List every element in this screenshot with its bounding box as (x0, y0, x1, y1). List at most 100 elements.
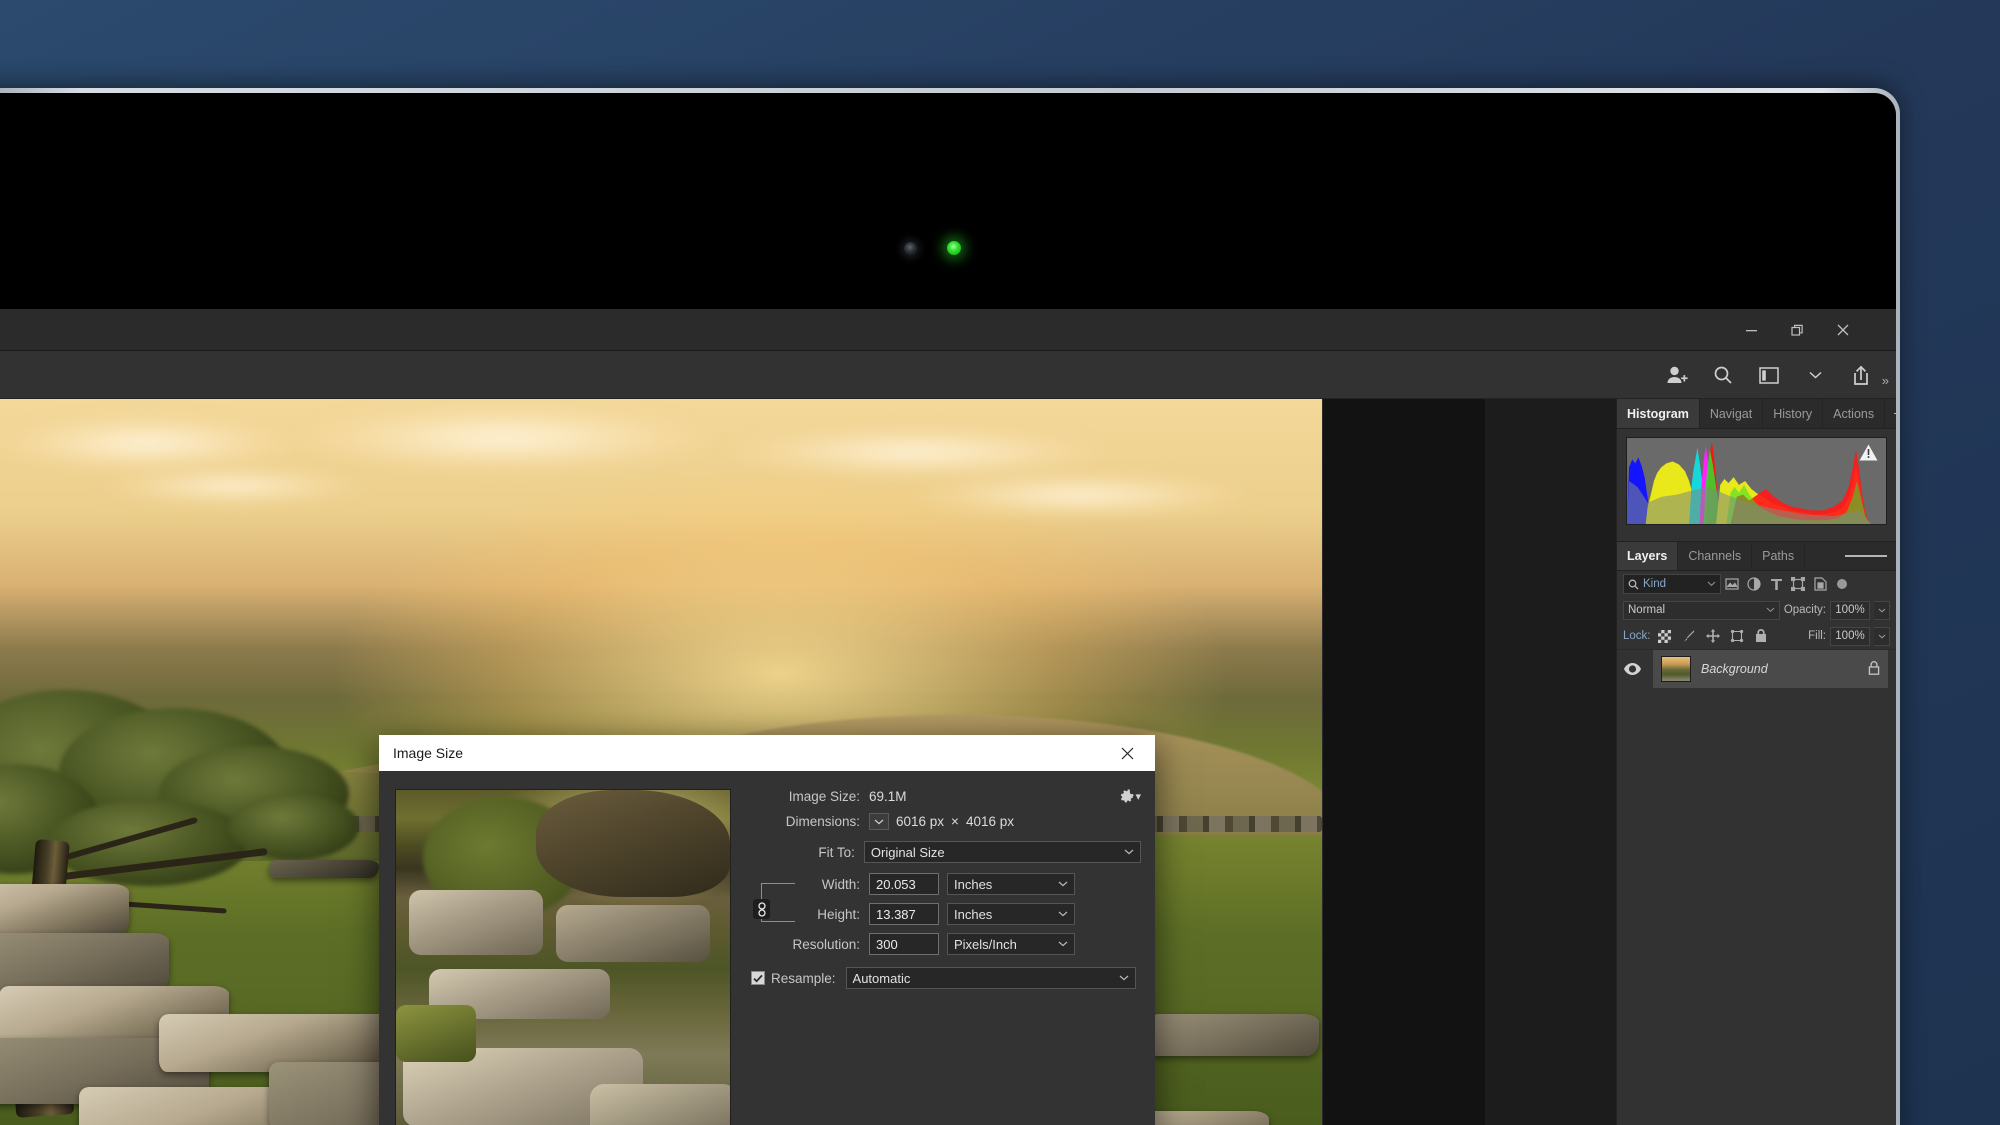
resample-row: Resample: Automatic (751, 967, 1141, 989)
dimensions-units-chevron-icon[interactable] (869, 813, 889, 830)
tab-paths[interactable]: Paths (1752, 542, 1806, 570)
fit-to-select[interactable]: Original Size (863, 841, 1141, 863)
share-icon[interactable] (1848, 362, 1874, 388)
resolution-row: Resolution: 300 Pixels/Inch (751, 933, 1141, 955)
width-height-link-group: Width: 20.053 Inches Height: 13.387 Inch… (751, 873, 1141, 925)
search-icon[interactable] (1710, 362, 1736, 388)
webcam-lens-icon (904, 241, 917, 255)
chevron-down-icon (1058, 881, 1068, 887)
adjustment-filter-icon[interactable] (1743, 574, 1765, 594)
height-unit-value: Inches (954, 906, 993, 922)
fit-to-value: Original Size (870, 844, 945, 860)
collapse-panels-button[interactable]: » (1882, 373, 1889, 388)
height-label: Height: (817, 906, 860, 922)
webcam-cluster (0, 233, 1896, 263)
lock-artboard-icon[interactable] (1727, 626, 1747, 646)
dialog-title-text: Image Size (393, 745, 464, 761)
image-size-row: Image Size: 69.1M ▾ (751, 789, 1141, 804)
lock-position-icon[interactable] (1703, 626, 1723, 646)
image-size-label: Image Size: (788, 789, 860, 804)
close-button[interactable] (1820, 309, 1866, 351)
chevron-down-icon (1707, 581, 1716, 587)
fill-label: Fill: (1808, 630, 1826, 642)
canvas-gutter (1322, 399, 1485, 1125)
layers-list: Background (1617, 649, 1896, 688)
layer-row-background[interactable]: Background (1617, 650, 1896, 688)
window-titlebar (0, 309, 1896, 351)
opacity-value[interactable]: 100% (1830, 600, 1870, 620)
layer-body[interactable]: Background (1653, 650, 1888, 688)
tab-histogram[interactable]: Histogram (1617, 399, 1700, 428)
add-user-icon[interactable] (1664, 362, 1690, 388)
lock-image-icon[interactable] (1679, 626, 1699, 646)
chevron-down-icon (1058, 911, 1068, 917)
image-preview[interactable] (395, 789, 731, 1125)
resample-checkbox[interactable] (751, 971, 765, 985)
gear-icon[interactable]: ▾ (1119, 789, 1141, 804)
layer-filter-kind-select[interactable]: Kind (1623, 574, 1721, 594)
filter-toggle-icon[interactable] (1831, 574, 1853, 594)
layer-locked-icon[interactable] (1868, 660, 1880, 678)
dialog-body: Image Size: 69.1M ▾ Dimensions: 6016 px … (379, 771, 1155, 1125)
tab-channels[interactable]: Channels (1678, 542, 1753, 570)
chevron-down-icon (1124, 849, 1134, 855)
workspace: » Histogram Navigat History Actions Laye… (0, 373, 1896, 1125)
opacity-stepper-icon[interactable] (1874, 600, 1890, 620)
image-size-dialog: Image Size Image Size: 69.1M ▾ Dimension… (379, 735, 1155, 1125)
chevron-down-icon (1058, 941, 1068, 947)
width-row: Width: 20.053 Inches (781, 873, 1141, 895)
resample-label: Resample: (771, 970, 836, 986)
height-unit-select[interactable]: Inches (947, 903, 1075, 925)
resolution-unit-select[interactable]: Pixels/Inch (947, 933, 1075, 955)
laptop-screen: » Histogram Navigat History Actions Laye… (0, 93, 1896, 1125)
lock-all-icon[interactable] (1751, 626, 1771, 646)
lock-transparency-icon[interactable] (1655, 626, 1675, 646)
dimensions-height-value: 4016 px (965, 814, 1014, 829)
layer-thumbnail[interactable] (1661, 656, 1691, 682)
smart-object-filter-icon[interactable] (1809, 574, 1831, 594)
constrain-proportions-link-icon[interactable] (753, 899, 770, 919)
layer-filter-row: Kind (1617, 571, 1896, 597)
height-row: Height: 13.387 Inches (781, 903, 1141, 925)
tab-layers[interactable]: Layers (1617, 542, 1679, 570)
dimensions-row: Dimensions: 6016 px × 4016 px (751, 813, 1141, 830)
resample-select[interactable]: Automatic (845, 967, 1136, 989)
resample-value: Automatic (852, 970, 911, 986)
resolution-input[interactable]: 300 (869, 933, 939, 955)
width-unit-select[interactable]: Inches (947, 873, 1075, 895)
width-label: Width: (821, 876, 860, 892)
image-filter-icon[interactable] (1721, 574, 1743, 594)
histogram-graph (1626, 437, 1887, 525)
tab-actions[interactable]: Actions (1823, 399, 1886, 428)
panel-dock: » Histogram Navigat History Actions Laye… (1616, 373, 1896, 1125)
workspace-icon[interactable] (1756, 362, 1782, 388)
tab-navigator[interactable]: Navigat (1700, 399, 1764, 428)
histogram-panel-menu-icon[interactable] (1885, 399, 1896, 428)
appbar-icon-group (1664, 351, 1874, 399)
fit-to-label: Fit To: (818, 844, 855, 860)
warning-triangle-icon[interactable] (1859, 444, 1878, 461)
preview-thumbnail (396, 790, 730, 1125)
tab-history[interactable]: History (1763, 399, 1824, 428)
minimize-button[interactable] (1728, 309, 1774, 351)
layers-panel-menu-icon[interactable] (1836, 542, 1896, 570)
screenshot-stage: » Histogram Navigat History Actions Laye… (0, 0, 2000, 1125)
fill-stepper-icon[interactable] (1874, 626, 1890, 646)
dimensions-separator: × (951, 814, 959, 829)
image-size-value: 69.1M (869, 789, 907, 804)
fill-value[interactable]: 100% (1830, 626, 1870, 646)
width-input[interactable]: 20.053 (869, 873, 939, 895)
layer-visibility-eye-icon[interactable] (1617, 663, 1647, 675)
blend-mode-select[interactable]: Normal (1623, 600, 1780, 620)
restore-button[interactable] (1774, 309, 1820, 351)
layers-panel: Kind Normal Opacity: 100% Lock: Fill: 10… (1617, 571, 1896, 688)
height-input[interactable]: 13.387 (869, 903, 939, 925)
photoshop-window: » Histogram Navigat History Actions Laye… (0, 309, 1896, 1125)
lock-label: Lock: (1623, 630, 1651, 642)
shape-filter-icon[interactable] (1787, 574, 1809, 594)
laptop-bezel: » Histogram Navigat History Actions Laye… (0, 93, 1896, 1125)
chevron-down-icon[interactable] (1802, 362, 1828, 388)
type-filter-icon[interactable] (1765, 574, 1787, 594)
resolution-unit-value: Pixels/Inch (954, 936, 1017, 952)
dialog-close-button[interactable] (1113, 739, 1141, 767)
